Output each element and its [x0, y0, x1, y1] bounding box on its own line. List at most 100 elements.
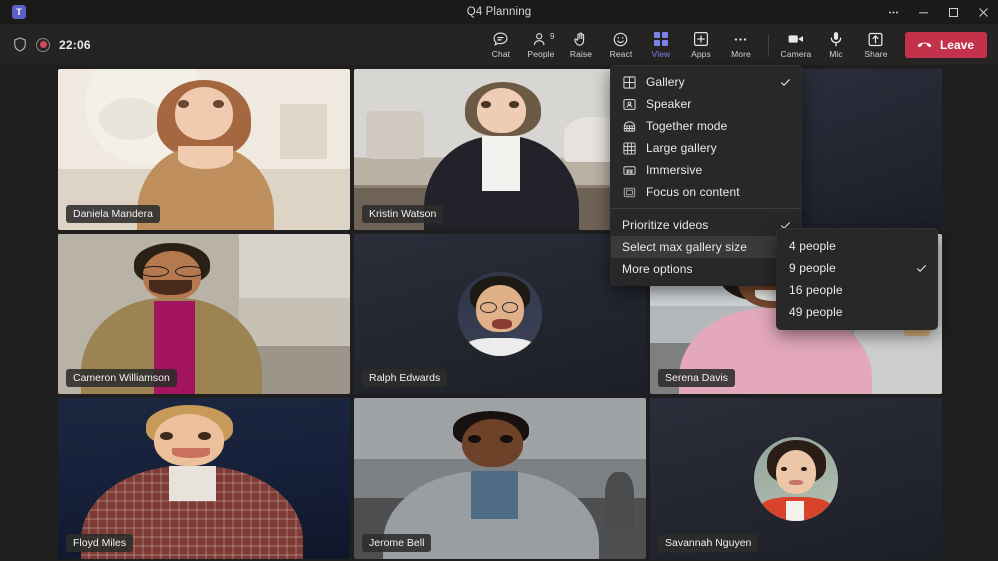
focus-content-icon — [622, 185, 636, 199]
apps-plus-icon — [693, 31, 709, 48]
video-tile[interactable]: Cameron Williamson — [58, 234, 350, 395]
menu-item-large-gallery[interactable]: Large gallery — [611, 137, 801, 159]
leave-button-label: Leave — [940, 38, 974, 52]
emoji-icon — [612, 31, 629, 48]
toolbar-label-people: People — [527, 49, 554, 59]
view-menu: Gallery Speaker — [611, 66, 801, 285]
speaker-frame-icon — [622, 97, 636, 111]
menu-item-select-max-gallery-size[interactable]: Select max gallery size — [611, 236, 801, 258]
participant-name: Jerome Bell — [362, 534, 431, 552]
menu-item-immersive[interactable]: Immersive — [611, 159, 801, 181]
people-count-badge: 9 — [550, 32, 554, 41]
toolbar-button-more[interactable]: More — [721, 24, 761, 66]
toolbar-label-mic: Mic — [829, 49, 843, 59]
menu-item-speaker[interactable]: Speaker — [611, 93, 801, 115]
toolbar-actions: Chat 9 People Raise — [481, 24, 998, 65]
more-ellipsis-icon — [732, 31, 749, 48]
menu-label-speaker: Speaker — [646, 97, 769, 111]
close-button[interactable] — [968, 0, 998, 24]
participant-name: Savannah Nguyen — [658, 534, 758, 552]
shield-icon[interactable] — [13, 37, 27, 52]
avatar — [458, 272, 542, 356]
submenu-label-4-people: 4 people — [789, 239, 905, 253]
submenu-item-16-people[interactable]: 16 people — [777, 279, 937, 301]
window-more-button[interactable] — [878, 0, 908, 24]
teams-meeting-window: T Q4 Planning 22:06 — [0, 0, 998, 561]
submenu-item-49-people[interactable]: 49 people — [777, 301, 937, 323]
menu-item-gallery[interactable]: Gallery — [611, 71, 801, 93]
submenu-label-49-people: 49 people — [789, 305, 905, 319]
recording-dot-icon — [36, 38, 50, 52]
video-tile[interactable]: Jerome Bell — [354, 398, 646, 559]
microphone-icon — [827, 31, 845, 48]
grid-view-icon — [653, 31, 669, 48]
maximize-button[interactable] — [938, 0, 968, 24]
hangup-icon — [916, 36, 933, 53]
teams-logo-icon: T — [12, 5, 26, 19]
toolbar-button-react[interactable]: React — [601, 24, 641, 66]
toolbar-left-group: 22:06 — [0, 37, 91, 52]
submenu-label-9-people: 9 people — [789, 261, 905, 275]
share-screen-icon — [867, 31, 884, 48]
immersive-icon — [622, 163, 636, 177]
meeting-toolbar: 22:06 Chat 9 — [0, 24, 998, 66]
video-tile[interactable]: Kristin Watson — [354, 69, 646, 230]
together-mode-icon — [622, 119, 636, 133]
participant-name: Ralph Edwards — [362, 369, 447, 387]
toolbar-button-chat[interactable]: Chat — [481, 24, 521, 66]
menu-item-prioritize-videos[interactable]: Prioritize videos — [611, 214, 801, 236]
menu-label-immersive: Immersive — [646, 163, 769, 177]
title-bar: T Q4 Planning — [0, 0, 998, 24]
submenu-item-4-people[interactable]: 4 people — [777, 235, 937, 257]
minimize-button[interactable] — [908, 0, 938, 24]
toolbar-label-apps: Apps — [691, 49, 711, 59]
toolbar-label-raise: Raise — [570, 49, 592, 59]
camera-icon — [787, 31, 805, 48]
toolbar-label-view: View — [652, 49, 671, 59]
toolbar-button-view[interactable]: View — [641, 24, 681, 66]
menu-label-together-mode: Together mode — [646, 119, 769, 133]
menu-label-select-max-gallery-size: Select max gallery size — [622, 240, 770, 254]
participant-name: Daniela Mandera — [66, 205, 160, 223]
video-grid: Daniela Mandera Kristin Watson — [0, 66, 998, 561]
toolbar-label-camera: Camera — [781, 49, 812, 59]
toolbar-label-share: Share — [864, 49, 887, 59]
menu-item-focus-on-content[interactable]: Focus on content — [611, 181, 801, 203]
participant-name: Cameron Williamson — [66, 369, 177, 387]
menu-label-focus-on-content: Focus on content — [646, 185, 769, 199]
menu-label-gallery: Gallery — [646, 75, 769, 89]
submenu-item-9-people[interactable]: 9 people — [777, 257, 937, 279]
participant-name: Serena Davis — [658, 369, 735, 387]
app-logo: T — [6, 5, 32, 19]
meeting-timer: 22:06 — [59, 38, 91, 52]
toolbar-button-raise[interactable]: Raise — [561, 24, 601, 66]
toolbar-label-chat: Chat — [492, 49, 510, 59]
video-tile[interactable]: Daniela Mandera — [58, 69, 350, 230]
toolbar-button-mic[interactable]: Mic — [816, 24, 856, 66]
toolbar-label-react: React — [610, 49, 633, 59]
menu-label-more-options: More options — [622, 262, 770, 276]
toolbar-button-apps[interactable]: Apps — [681, 24, 721, 66]
avatar — [754, 437, 838, 521]
leave-button[interactable]: Leave — [905, 32, 987, 58]
toolbar-label-more: More — [731, 49, 751, 59]
avatar-tile[interactable]: Savannah Nguyen — [650, 398, 942, 559]
toolbar-divider — [768, 34, 769, 56]
menu-label-prioritize-videos: Prioritize videos — [622, 218, 769, 232]
check-icon — [915, 263, 928, 274]
raise-hand-icon — [572, 31, 589, 48]
toolbar-button-camera[interactable]: Camera — [776, 24, 816, 66]
chat-icon — [492, 31, 509, 48]
check-icon — [779, 77, 792, 88]
avatar-tile[interactable]: Ralph Edwards — [354, 234, 646, 395]
menu-item-more-options[interactable]: More options — [611, 258, 801, 280]
menu-item-together-mode[interactable]: Together mode — [611, 115, 801, 137]
toolbar-button-share[interactable]: Share — [856, 24, 896, 66]
toolbar-button-people[interactable]: 9 People — [521, 24, 561, 66]
video-tile[interactable]: Floyd Miles — [58, 398, 350, 559]
participant-name: Floyd Miles — [66, 534, 133, 552]
grid-2x2-icon — [622, 75, 636, 89]
participant-name: Kristin Watson — [362, 205, 443, 223]
grid-3x3-icon — [622, 141, 636, 155]
window-controls — [878, 0, 998, 24]
